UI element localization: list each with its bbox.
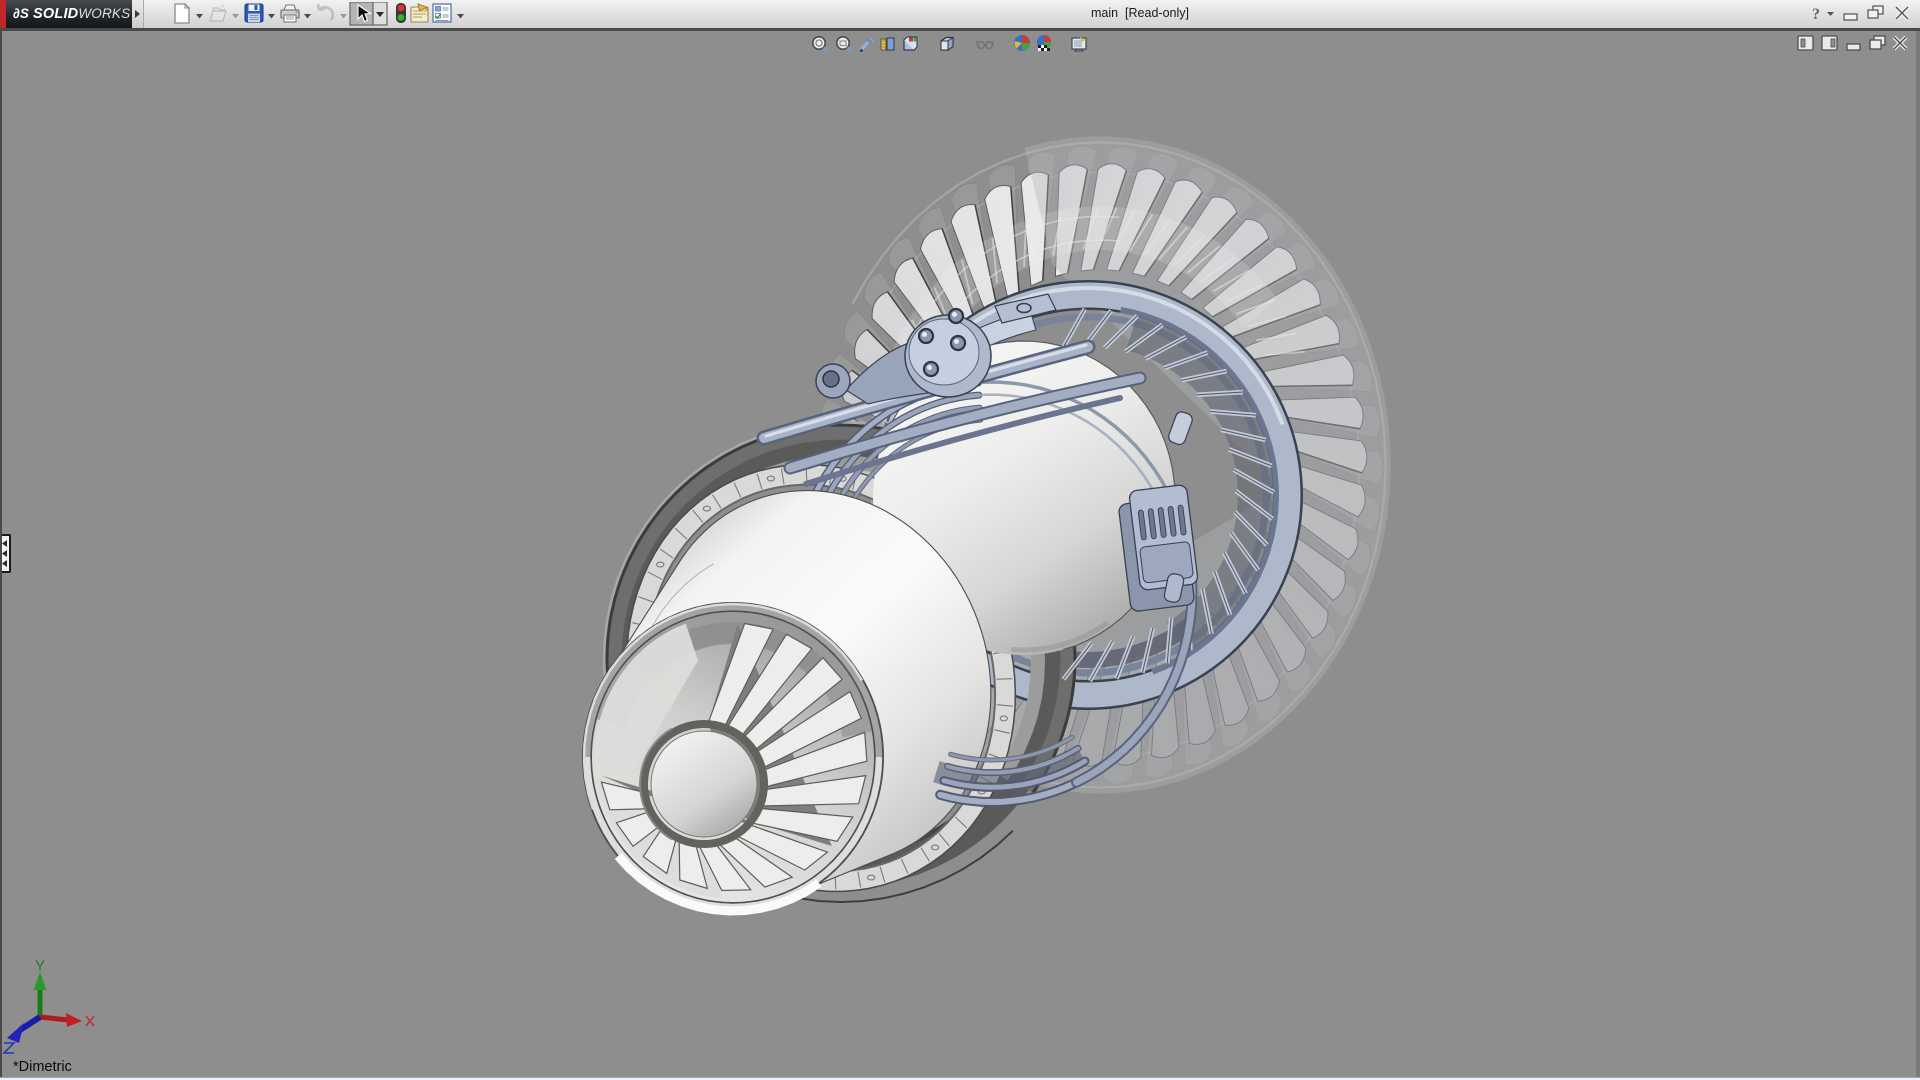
svg-text:?: ?: [1812, 6, 1820, 23]
